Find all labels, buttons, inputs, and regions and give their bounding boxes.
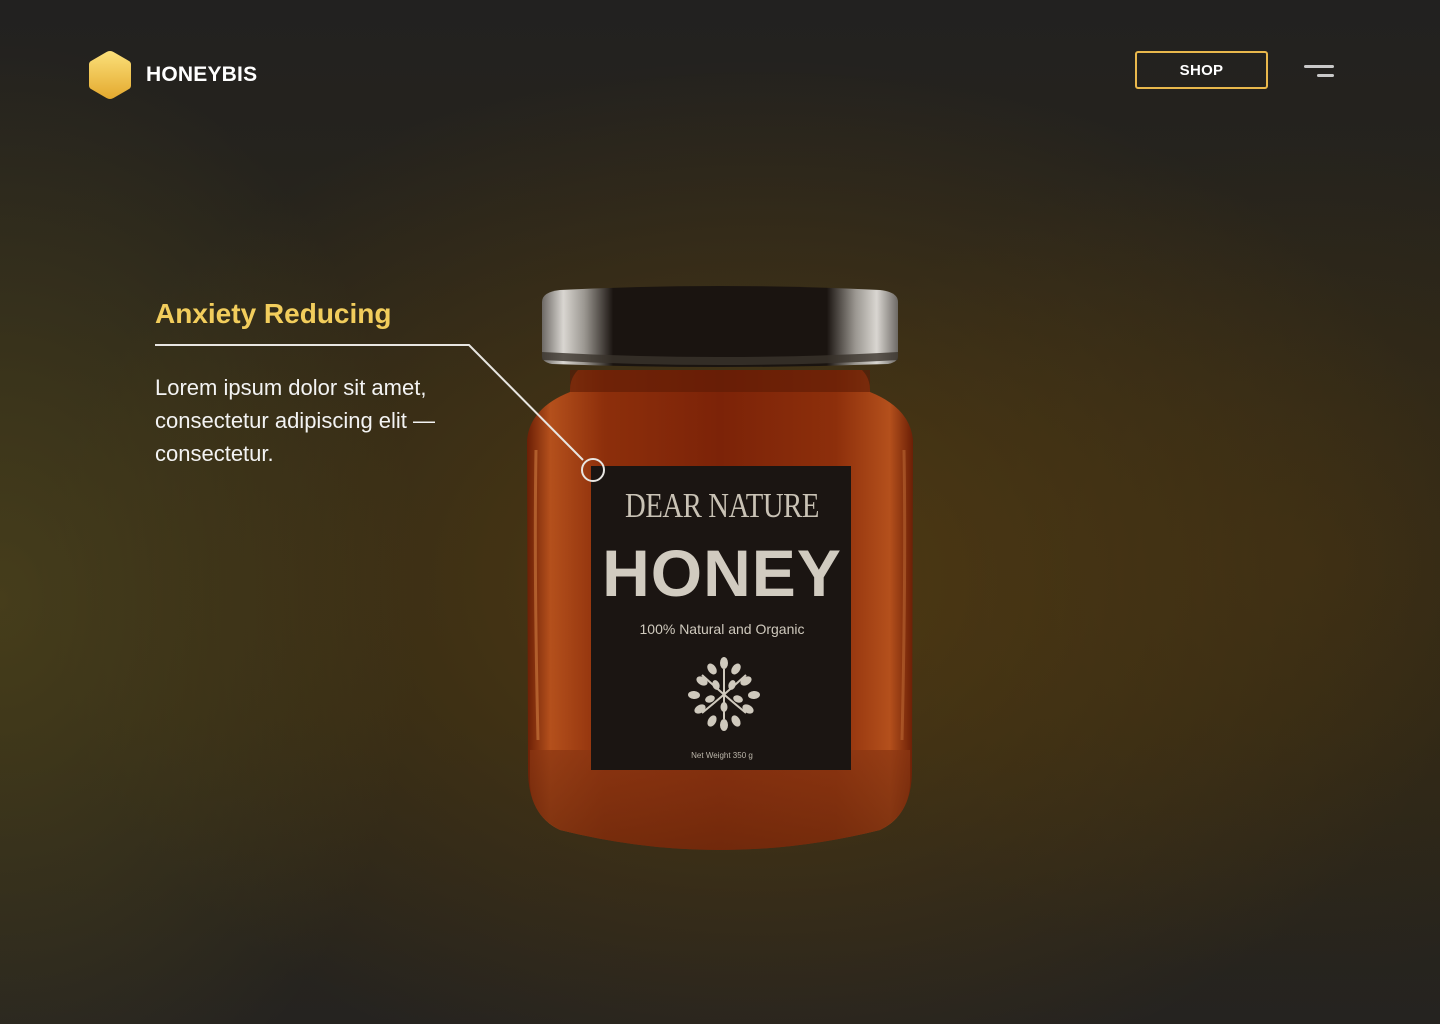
hexagon-logo-icon	[89, 51, 131, 99]
menu-button[interactable]	[1300, 60, 1340, 86]
hamburger-menu-icon-line	[1317, 74, 1334, 77]
leaf-emblem-icon	[688, 657, 760, 731]
brand-name: HONEYBIS	[146, 63, 258, 86]
label-tagline: 100% Natural and Organic	[639, 621, 805, 637]
label-net-weight: Net Weight 350 g	[691, 751, 753, 760]
shop-button[interactable]: SHOP	[1135, 51, 1268, 89]
hamburger-menu-icon	[1304, 65, 1334, 68]
feature-title: Anxiety Reducing	[155, 298, 392, 329]
label-product-name: HONEY	[602, 536, 842, 610]
feature-description: Lorem ipsum dolor sit amet, consectetur …	[155, 375, 436, 466]
logo[interactable]: HONEYBIS	[88, 50, 257, 100]
label-brand: DEAR NATURE	[624, 486, 819, 525]
